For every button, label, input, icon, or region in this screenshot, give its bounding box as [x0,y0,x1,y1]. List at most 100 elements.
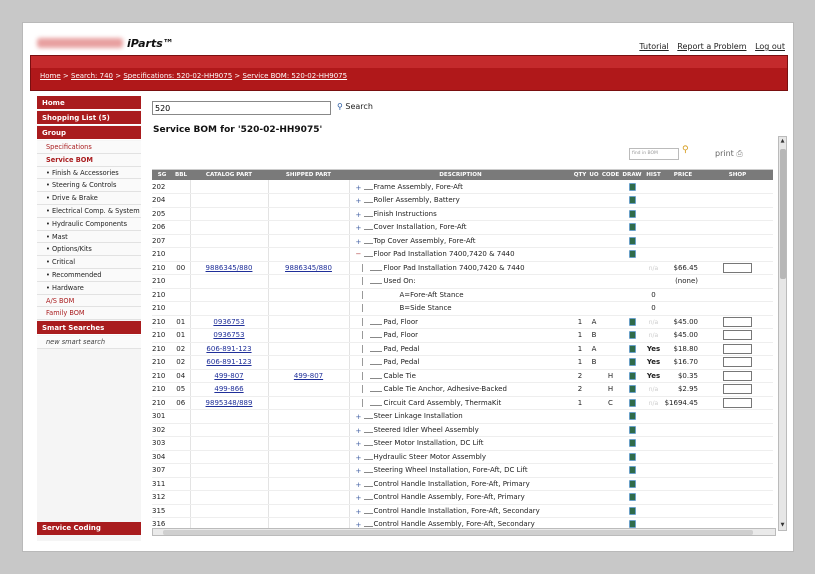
shop-quantity-input[interactable] [723,343,752,354]
sidebar-item[interactable]: A/S BOM [37,294,141,308]
sg-cell: 207 [152,234,172,248]
sidebar-item[interactable]: Service BOM [37,153,141,167]
scroll-down-arrow[interactable]: ▼ [779,521,786,530]
catalog-part-cell-link[interactable]: 499-866 [214,385,243,393]
shop-quantity-input[interactable] [723,316,752,327]
shop-quantity-input[interactable] [723,357,752,368]
expand-icon[interactable]: + [356,427,362,435]
breadcrumb-home[interactable]: Home [40,72,61,80]
expand-icon[interactable]: + [356,413,362,421]
drawing-icon[interactable] [628,425,636,434]
drawing-icon[interactable] [628,317,636,326]
shipped-part-cell-link[interactable]: 9886345/880 [285,264,332,272]
hist-value[interactable]: Yes [647,372,660,380]
drawing-icon[interactable] [628,479,636,488]
sidebar-item[interactable]: • Critical [37,256,141,269]
sidebar-item[interactable]: • Steering & Controls [37,179,141,193]
drawing-icon[interactable] [628,412,636,421]
expand-icon[interactable]: + [356,197,362,205]
collapse-icon[interactable]: − [356,250,362,258]
sidebar-item[interactable]: Specifications [37,141,141,154]
horizontal-scroll-thumb[interactable] [163,530,753,535]
shipped-part-cell-link[interactable]: 499-807 [294,372,323,380]
price-cell: (none) [664,274,702,289]
drawing-icon[interactable] [628,452,636,461]
drawing-icon[interactable] [628,182,636,191]
sidebar-item[interactable]: • Mast [37,230,141,244]
drawing-icon[interactable] [628,371,636,380]
expand-icon[interactable]: + [356,211,362,219]
drawing-icon[interactable] [628,493,636,502]
drawing-icon[interactable] [628,398,636,407]
shop-quantity-input[interactable] [723,330,752,341]
new-smart-search-link[interactable]: new smart search [37,336,141,349]
expand-icon[interactable]: + [356,238,362,246]
logout-link[interactable]: Log out [755,42,785,51]
drawing-icon[interactable] [628,466,636,475]
print-button[interactable]: print ⎙ [715,149,743,159]
shop-quantity-input[interactable] [723,370,752,381]
drawing-icon[interactable] [628,331,636,340]
breadcrumb-specifications[interactable]: Specifications: 520-02-HH9075 [123,72,232,80]
hist-value[interactable]: Yes [647,358,660,366]
breadcrumb-search[interactable]: Search: 740 [71,72,113,80]
sidebar-item[interactable]: • Electrical Comp. & System [37,204,141,218]
expand-icon[interactable]: + [356,508,362,516]
expand-icon[interactable]: + [356,454,362,462]
catalog-part-cell-link[interactable]: 606-891-123 [206,345,251,353]
find-search-icon[interactable]: ⚲ [682,145,689,155]
sidebar-item[interactable]: • Drive & Brake [37,192,141,205]
sidebar-item[interactable]: • Recommended [37,268,141,282]
sidebar-item[interactable]: Family BOM [37,307,141,321]
expand-icon[interactable]: + [356,481,362,489]
drawing-icon[interactable] [628,250,636,259]
scroll-up-arrow[interactable]: ▲ [779,137,786,146]
expand-icon[interactable]: + [356,440,362,448]
shop-quantity-input[interactable] [723,397,752,408]
sidebar-item[interactable]: • Finish & Accessories [37,166,141,180]
expand-icon[interactable]: + [356,224,362,232]
drawing-icon[interactable] [628,506,636,515]
drawing-icon[interactable] [628,439,636,448]
drawing-icon[interactable] [628,385,636,394]
sidebar-item[interactable]: • Options/Kits [37,243,141,257]
drawing-icon[interactable] [628,209,636,218]
catalog-part-cell-link[interactable]: 499-807 [214,372,243,380]
drawing-icon[interactable] [628,236,636,245]
breadcrumb-service-bom[interactable]: Service BOM: 520-02-HH9075 [243,72,348,80]
vertical-scrollbar[interactable]: ▲ ▼ [778,136,787,531]
sidebar-shopping-list[interactable]: Shopping List (5) [37,111,141,125]
vertical-scroll-thumb[interactable] [780,149,786,279]
expand-icon[interactable]: + [356,494,362,502]
search-input[interactable] [152,101,331,115]
catalog-part-cell-link[interactable]: 0936753 [213,331,244,339]
column-header: DESCRIPTION [349,170,572,180]
drawing-icon[interactable] [628,223,636,232]
shop-quantity-input[interactable] [723,262,752,273]
bbl-cell [172,423,190,437]
description-cell: + Frame Assembly, Fore-Aft [348,180,572,194]
search-button[interactable]: ⚲ Search [337,102,373,111]
catalog-part-cell-link[interactable]: 9886345/880 [206,264,253,272]
expand-icon[interactable]: + [356,184,362,192]
drawing-icon[interactable] [628,344,636,353]
find-in-bom-input[interactable]: find in BOM [629,148,679,160]
qty-cell [572,463,588,478]
report-problem-link[interactable]: Report a Problem [677,42,746,51]
horizontal-scrollbar[interactable] [152,528,776,536]
sidebar-item[interactable]: • Hardware [37,281,141,295]
sidebar-home[interactable]: Home [37,96,141,110]
catalog-part-cell-link[interactable]: 0936753 [213,318,244,326]
shop-quantity-input[interactable] [723,384,752,395]
hist-cell [643,463,664,478]
table-row: 210 01 0936753 Pad, Floor 1 An/a $45.00 [152,315,773,329]
expand-icon[interactable]: + [356,467,362,475]
tutorial-link[interactable]: Tutorial [639,42,668,51]
hist-value[interactable]: Yes [647,345,660,353]
catalog-part-cell-link[interactable]: 606-891-123 [206,358,251,366]
drawing-icon[interactable] [628,358,636,367]
sidebar-item[interactable]: • Hydraulic Components [37,217,141,231]
catalog-part-cell-link[interactable]: 9895348/889 [206,399,253,407]
sidebar-service-coding[interactable]: Service Coding [37,522,141,535]
drawing-icon[interactable] [628,196,636,205]
